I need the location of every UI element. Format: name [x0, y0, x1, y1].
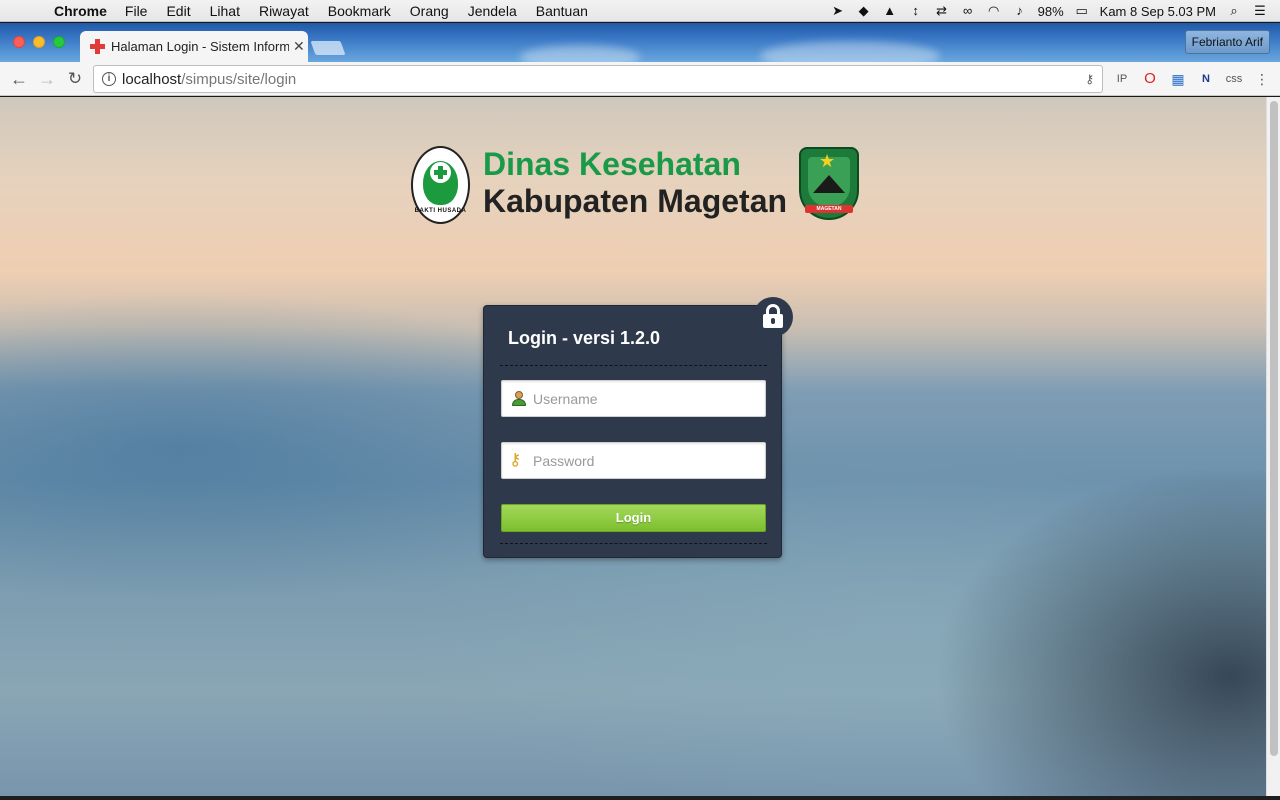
network-arrows-icon[interactable]: ↕	[908, 4, 924, 18]
star-icon: ★	[819, 151, 836, 171]
status-tray: ➤ ◆ ▲ ↕ ⇄ ∞ ◠ ♪ 98% ▭ Kam 8 Sep 5.03 PM …	[820, 0, 1268, 22]
spotlight-icon[interactable]: ⌕	[1226, 4, 1242, 18]
bakti-husada-logo: BAKTI HUSADA	[411, 146, 470, 224]
lock-icon	[753, 297, 793, 337]
page-title-line1: Dinas Kesehatan	[483, 146, 741, 182]
divider	[500, 543, 767, 544]
ip-extension-icon[interactable]: IP	[1113, 70, 1131, 88]
dropbox-icon[interactable]: ◆	[856, 4, 872, 18]
window-bottom-edge	[0, 796, 1280, 800]
macos-menubar: Chrome File Edit Lihat Riwayat Bookmark …	[0, 0, 1280, 22]
creative-cloud-icon[interactable]: ∞	[960, 4, 976, 18]
left-logo-text: BAKTI HUSADA	[414, 208, 467, 214]
wifi-icon[interactable]: ◠	[986, 4, 1002, 18]
url-path: /simpus/site/login	[181, 70, 297, 88]
login-button[interactable]: Login	[501, 504, 766, 532]
user-icon	[511, 391, 527, 407]
page-background: BAKTI HUSADA Dinas Kesehatan Kabupaten M…	[0, 97, 1266, 796]
notification-center-icon[interactable]: ☰	[1252, 4, 1268, 18]
n-extension-icon[interactable]: N	[1197, 70, 1215, 88]
login-panel: Login - versi 1.2.0 ⚷ Login	[483, 297, 793, 558]
menu-app-name[interactable]: Chrome	[54, 3, 107, 19]
window-minimize-button[interactable]	[33, 36, 45, 48]
power-sync-icon[interactable]: ⇄	[934, 4, 950, 18]
volume-icon[interactable]: ♪	[1012, 4, 1028, 18]
browser-toolbar: ← → ↻ i localhost /simpus/site/login ⚷ I…	[0, 62, 1280, 96]
favicon-icon	[90, 39, 105, 54]
site-info-icon[interactable]: i	[102, 72, 116, 86]
username-input[interactable]	[533, 381, 761, 416]
forward-arrow-icon[interactable]: →	[36, 68, 58, 90]
login-title: Login - versi 1.2.0	[508, 328, 661, 348]
key-icon: ⚷	[509, 450, 522, 469]
tab-close-icon[interactable]: ✕	[293, 38, 305, 55]
menu-view[interactable]: Lihat	[210, 3, 240, 19]
new-tab-button[interactable]	[310, 41, 346, 55]
menu-people[interactable]: Orang	[410, 3, 449, 19]
opera-extension-icon[interactable]: O	[1141, 70, 1159, 88]
menu-bookmarks[interactable]: Bookmark	[328, 3, 391, 19]
telegram-icon[interactable]: ➤	[830, 4, 846, 18]
menu-kebab-icon[interactable]: ⋮	[1253, 70, 1271, 88]
menubar-clock[interactable]: Kam 8 Sep 5.03 PM	[1100, 4, 1216, 19]
window-extension-icon[interactable]: ▦	[1169, 70, 1187, 88]
page-scrollbar[interactable]	[1266, 97, 1280, 796]
magetan-emblem-logo: ★ MAGETAN	[799, 147, 859, 220]
window-zoom-button[interactable]	[53, 36, 65, 48]
page-title-line2: Kabupaten Magetan	[483, 183, 788, 219]
menu-file[interactable]: File	[125, 3, 148, 19]
right-logo-text: MAGETAN	[805, 205, 853, 213]
username-field[interactable]	[501, 380, 766, 417]
password-field[interactable]: ⚷	[501, 442, 766, 479]
menu-window[interactable]: Jendela	[468, 3, 517, 19]
browser-tabbar: Halaman Login - Sistem Informasi ✕ Febri…	[0, 23, 1280, 62]
drive-icon[interactable]: ▲	[882, 4, 898, 18]
password-key-icon[interactable]: ⚷	[1085, 72, 1094, 86]
menu-history[interactable]: Riwayat	[259, 3, 309, 19]
reload-icon[interactable]: ↻	[64, 68, 86, 90]
url-host: localhost	[122, 70, 182, 88]
back-arrow-icon[interactable]: ←	[8, 68, 30, 90]
address-bar[interactable]: i localhost /simpus/site/login ⚷	[93, 65, 1103, 93]
window-close-button[interactable]	[13, 36, 25, 48]
battery-percent[interactable]: 98%	[1038, 4, 1064, 19]
tab-title: Halaman Login - Sistem Informasi	[111, 39, 289, 54]
css-extension-icon[interactable]: css	[1225, 70, 1243, 88]
battery-icon[interactable]: ▭	[1074, 4, 1090, 18]
divider	[500, 365, 767, 366]
tab-login[interactable]: Halaman Login - Sistem Informasi ✕	[80, 31, 308, 62]
scrollbar-thumb[interactable]	[1270, 101, 1278, 756]
menu-edit[interactable]: Edit	[166, 3, 190, 19]
menu-help[interactable]: Bantuan	[536, 3, 588, 19]
profile-button[interactable]: Febrianto Arif	[1184, 30, 1270, 54]
password-input[interactable]	[533, 443, 761, 478]
